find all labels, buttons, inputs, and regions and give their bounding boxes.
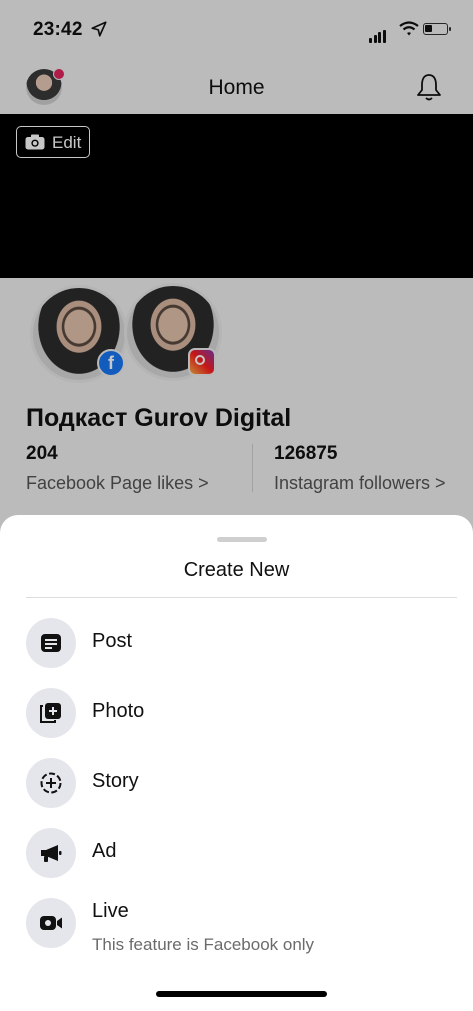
create-live-item[interactable]: Live This feature is Facebook only <box>0 892 473 954</box>
sheet-title: Create New <box>183 559 290 581</box>
post-icon-wrap <box>26 618 76 668</box>
create-live-sublabel: This feature is Facebook only <box>92 935 315 954</box>
divider <box>26 597 457 598</box>
create-live-label: Live <box>92 900 129 922</box>
create-story-item[interactable]: Story <box>0 752 473 814</box>
sheet-grabber[interactable] <box>217 537 267 542</box>
ad-icon-wrap <box>26 828 76 878</box>
photo-icon <box>40 703 61 723</box>
create-post-item[interactable]: Post <box>0 612 473 674</box>
megaphone-icon <box>41 845 62 862</box>
create-post-label: Post <box>92 630 133 652</box>
create-photo-item[interactable]: Photo <box>0 682 473 744</box>
live-video-icon <box>40 916 62 930</box>
live-icon-wrap <box>26 898 76 948</box>
story-icon <box>40 772 62 794</box>
create-ad-label: Ad <box>92 840 117 862</box>
photo-icon-wrap <box>26 688 76 738</box>
home-indicator[interactable] <box>156 991 327 997</box>
create-photo-label: Photo <box>92 700 145 722</box>
story-icon-wrap <box>26 758 76 808</box>
post-icon <box>41 634 61 652</box>
create-story-label: Story <box>92 770 139 792</box>
create-ad-item[interactable]: Ad <box>0 822 473 884</box>
